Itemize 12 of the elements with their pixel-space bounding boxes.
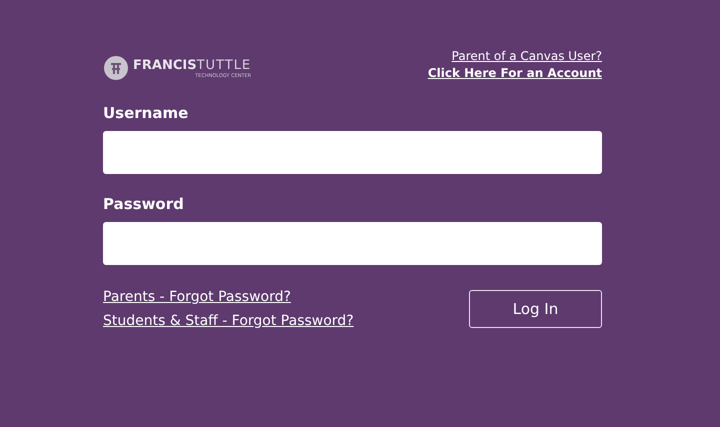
forgot-password-link[interactable]: Students & Staff - Forgot Password? xyxy=(103,312,354,330)
field-label: Username xyxy=(103,104,190,122)
logo-icon xyxy=(103,55,129,81)
field-label: Password xyxy=(103,195,185,213)
account-link[interactable]: Click Here For an Account xyxy=(428,65,602,82)
logo-wordmark-secondary: TUTTLE xyxy=(196,58,252,72)
logo-wordmark: FRANCIS xyxy=(133,58,197,72)
login-button[interactable]: Log In xyxy=(469,290,602,328)
input-field[interactable] xyxy=(103,131,602,174)
input-field[interactable] xyxy=(103,222,602,265)
account-link[interactable]: Parent of a Canvas User? xyxy=(452,48,602,65)
forgot-password-link[interactable]: Parents - Forgot Password? xyxy=(103,288,354,306)
